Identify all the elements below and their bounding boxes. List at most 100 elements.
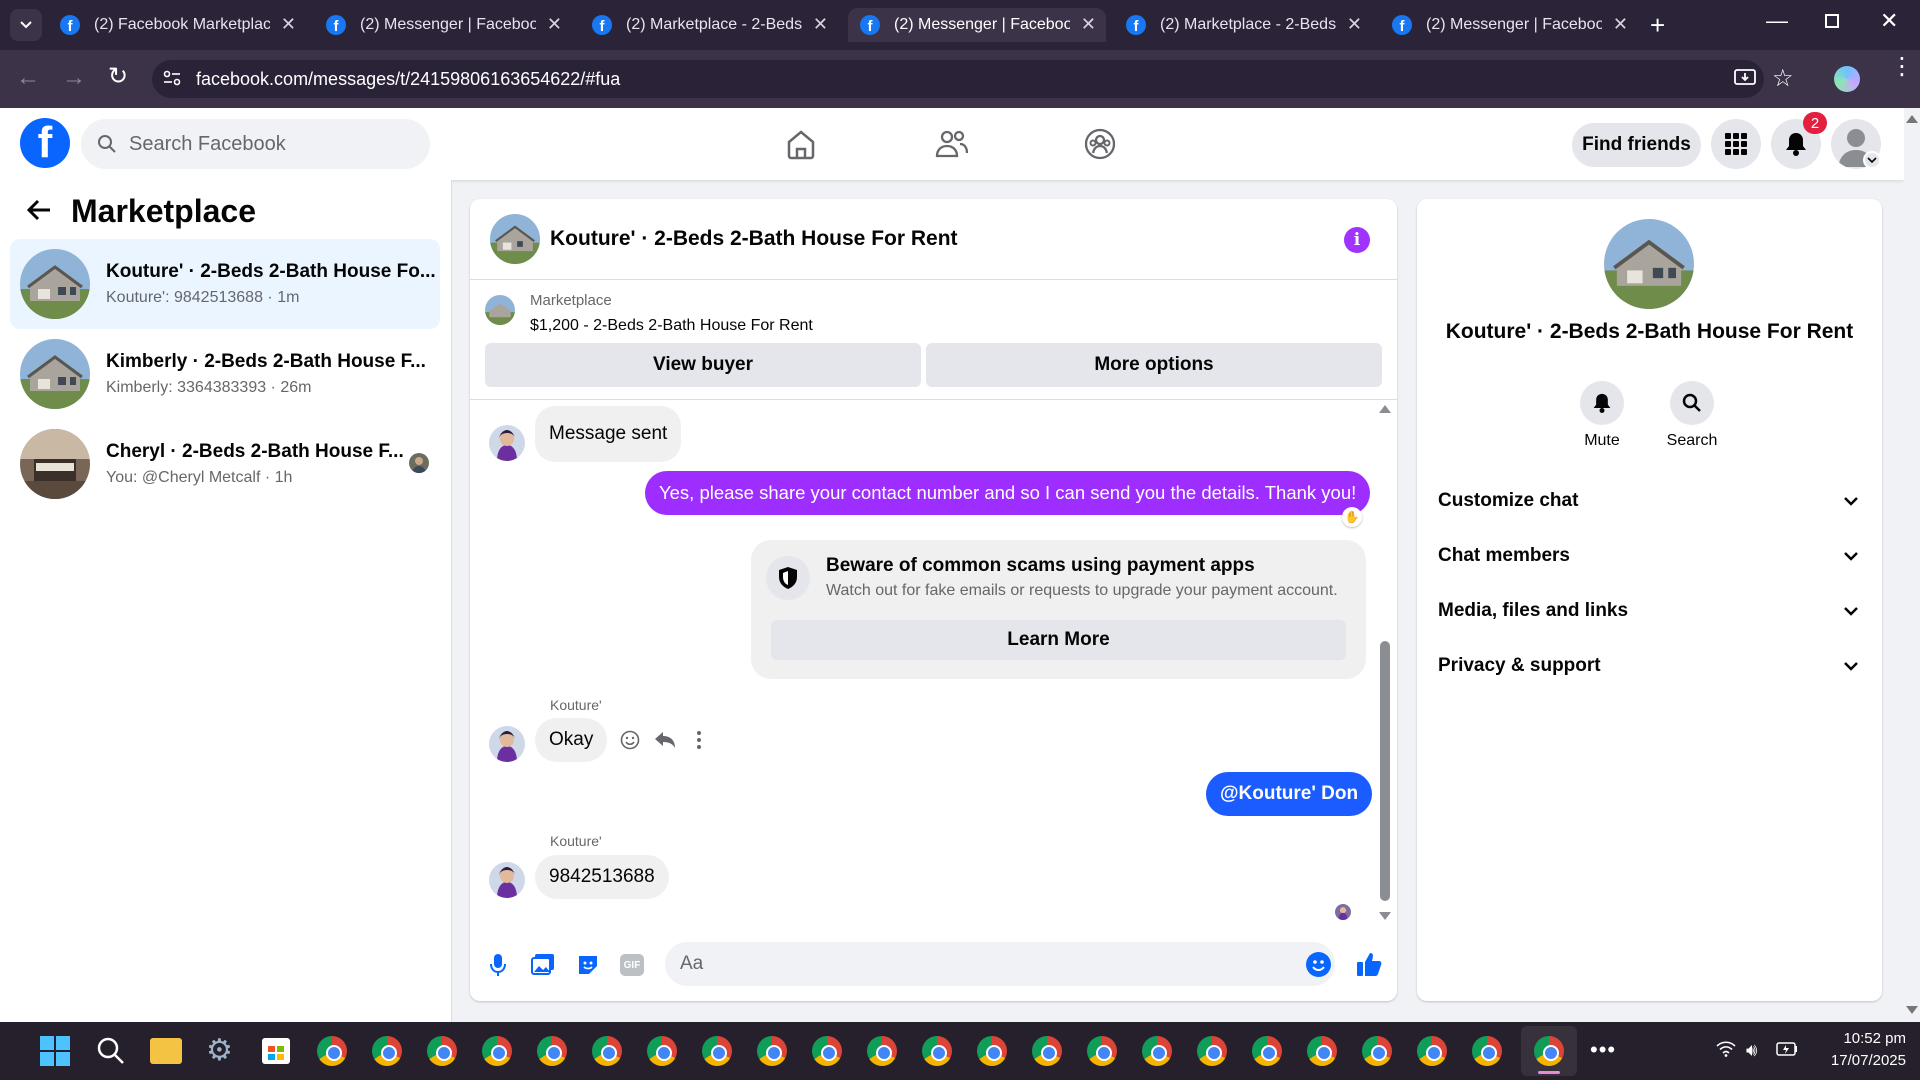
browser-tab[interactable]: f (2) Messenger | Facebook ✕ [314,8,572,42]
browser-tab[interactable]: f (2) Messenger | Facebook ✕ [1380,8,1638,42]
search-conversation-button[interactable] [1670,381,1714,425]
close-tab-icon[interactable]: ✕ [547,14,562,35]
info-icon[interactable]: i [1344,227,1370,253]
chrome-taskbar-icon[interactable] [922,1036,952,1066]
conversation-item[interactable]: Kouture' · 2-Beds 2-Bath House Fo... Kou… [10,239,440,329]
clock-time[interactable]: 10:52 pm [1810,1030,1906,1047]
chrome-taskbar-icon[interactable] [757,1036,787,1066]
chat-scrollbar-thumb[interactable] [1380,641,1390,901]
chrome-taskbar-icon[interactable] [977,1036,1007,1066]
chrome-taskbar-icon[interactable] [537,1036,567,1066]
browser-tab-active[interactable]: f (2) Messenger | Facebook ✕ [848,8,1106,42]
chrome-taskbar-icon[interactable] [1142,1036,1172,1066]
chrome-taskbar-icon[interactable] [1197,1036,1227,1066]
reply-icon[interactable] [654,730,676,750]
windows-start-icon[interactable] [40,1036,70,1066]
battery-icon[interactable] [1776,1042,1798,1056]
more-actions-icon[interactable] [696,730,702,750]
page-scroll-down-arrow[interactable] [1906,1006,1918,1014]
taskbar-search-icon[interactable] [96,1036,126,1066]
attach-photo-icon[interactable] [531,953,555,975]
maximize-button[interactable] [1825,14,1839,28]
message-input[interactable] [665,942,1335,986]
customize-chat-section[interactable]: Customize chat [1438,490,1858,512]
close-tab-icon[interactable]: ✕ [1347,14,1362,35]
chat-scroll-down-arrow[interactable] [1379,912,1391,920]
file-explorer-icon[interactable] [150,1038,182,1064]
conversation-item[interactable]: Kimberly · 2-Beds 2-Bath House F... Kimb… [10,329,440,419]
friends-nav-icon[interactable] [934,128,968,160]
chat-scroll-up-arrow[interactable] [1379,405,1391,413]
mute-button[interactable] [1580,381,1624,425]
bookmark-star-icon[interactable]: ☆ [1772,64,1794,93]
chrome-taskbar-icon[interactable] [482,1036,512,1066]
incoming-message[interactable]: 9842513688 [535,855,669,899]
outgoing-mention-message[interactable]: @Kouture' Don [1206,772,1373,816]
chat-members-section[interactable]: Chat members [1438,545,1858,567]
close-window-button[interactable]: ✕ [1880,8,1898,34]
close-tab-icon[interactable]: ✕ [1613,14,1628,35]
browser-tab[interactable]: f (2) Marketplace - 2-Beds 2 ✕ [580,8,838,42]
chrome-taskbar-icon[interactable] [317,1036,347,1066]
chrome-taskbar-icon[interactable] [592,1036,622,1066]
media-files-links-section[interactable]: Media, files and links [1438,600,1858,622]
account-chevron-icon[interactable] [1863,151,1881,169]
find-friends-button[interactable]: Find friends [1572,123,1701,167]
chrome-taskbar-icon[interactable] [1417,1036,1447,1066]
chrome-taskbar-icon[interactable] [1087,1036,1117,1066]
voice-clip-icon[interactable] [489,953,507,977]
groups-nav-icon[interactable] [1084,128,1116,160]
chrome-taskbar-icon[interactable] [1252,1036,1282,1066]
thumbs-up-icon[interactable] [1356,951,1382,977]
page-scroll-up-arrow[interactable] [1906,115,1918,123]
menu-button[interactable] [1711,119,1761,169]
browser-tab[interactable]: f (2) Marketplace - 2-Beds 2 ✕ [1114,8,1372,42]
back-arrow-icon[interactable] [26,198,52,222]
install-app-icon[interactable] [1734,68,1756,88]
store-icon[interactable] [262,1038,290,1064]
tab-search-button[interactable] [10,9,42,41]
chrome-taskbar-icon[interactable] [1307,1036,1337,1066]
sticker-icon[interactable] [576,953,600,977]
site-info-icon[interactable] [162,68,182,88]
chrome-taskbar-icon[interactable] [1362,1036,1392,1066]
outgoing-message[interactable]: Yes, please share your contact number an… [645,471,1371,515]
chrome-taskbar-icon[interactable] [1032,1036,1062,1066]
conversation-item[interactable]: Cheryl · 2-Beds 2-Bath House F... You: @… [10,419,440,509]
view-buyer-button[interactable]: View buyer [485,343,921,387]
home-nav-icon[interactable] [785,128,817,160]
close-tab-icon[interactable]: ✕ [813,14,828,35]
volume-icon[interactable]: 🔊︎ [1746,1040,1757,1061]
more-options-button[interactable]: More options [926,343,1382,387]
chrome-taskbar-icon[interactable] [812,1036,842,1066]
chrome-taskbar-icon[interactable] [427,1036,457,1066]
emoji-icon[interactable] [1306,952,1331,977]
profile-avatar-icon[interactable] [1834,66,1860,92]
close-tab-icon[interactable]: ✕ [281,14,296,35]
wifi-icon[interactable] [1716,1041,1736,1057]
incoming-message[interactable]: Okay [535,718,608,762]
page-scrollbar[interactable] [1904,108,1920,1022]
privacy-support-section[interactable]: Privacy & support [1438,655,1858,677]
url-text[interactable]: facebook.com/messages/t/2415980616365462… [196,69,620,90]
settings-gear-icon[interactable]: ⚙ [206,1036,233,1066]
reload-icon[interactable]: ↻ [108,62,128,91]
learn-more-button[interactable]: Learn More [771,620,1346,660]
gif-icon[interactable]: GIF [620,954,644,976]
browser-tab[interactable]: f (2) Facebook Marketplace | ✕ [48,8,306,42]
chrome-taskbar-icon[interactable] [372,1036,402,1066]
back-icon[interactable]: ← [16,64,40,92]
chrome-taskbar-icon-active[interactable] [1534,1036,1564,1066]
facebook-logo-icon[interactable]: f [20,118,70,168]
forward-icon[interactable]: → [62,64,86,92]
close-tab-icon[interactable]: ✕ [1081,14,1096,35]
react-smiley-icon[interactable] [620,730,640,750]
clock-date[interactable]: 17/07/2025 [1810,1052,1906,1069]
chat-title[interactable]: Kouture' · 2-Beds 2-Bath House For Rent [550,227,958,251]
chrome-taskbar-icon[interactable] [647,1036,677,1066]
chrome-taskbar-icon[interactable] [702,1036,732,1066]
listing-description[interactable]: $1,200 - 2-Beds 2-Bath House For Rent [530,317,813,335]
browser-menu-icon[interactable]: ⋮ [1890,55,1914,79]
taskbar-overflow-icon[interactable]: ••• [1590,1039,1616,1061]
minimize-button[interactable]: — [1766,8,1788,34]
